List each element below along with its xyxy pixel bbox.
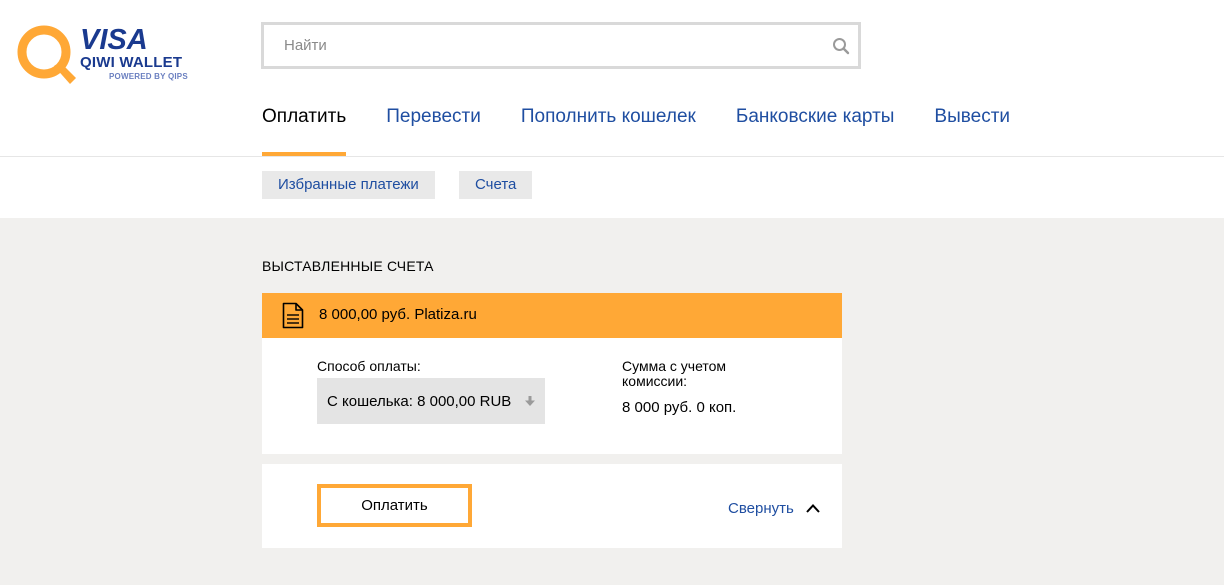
- arrow-down-icon: [525, 396, 535, 406]
- logo-tagline: POWERED BY QIPS: [109, 72, 188, 81]
- logo-visa-text: VISA: [80, 24, 148, 56]
- document-icon: [282, 302, 304, 329]
- subnav: Избранные платежи Счета: [0, 157, 1224, 218]
- section-title: ВЫСТАВЛЕННЫЕ СЧЕТА: [262, 258, 434, 274]
- nav-item-top-up[interactable]: Пополнить кошелек: [521, 104, 696, 156]
- payment-method-select[interactable]: С кошелька: 8 000,00 RUB: [317, 378, 545, 424]
- invoice-summary: 8 000,00 руб. Platiza.ru: [319, 306, 477, 323]
- main-nav: Оплатить Перевести Пополнить кошелек Бан…: [262, 104, 1050, 156]
- nav-item-withdraw[interactable]: Вывести: [934, 104, 1010, 156]
- payment-method-label: Способ оплаты:: [317, 358, 421, 374]
- invoice-details: Способ оплаты: С кошелька: 8 000,00 RUB …: [262, 338, 842, 454]
- search-icon[interactable]: [832, 37, 850, 55]
- total-with-fee-value: 8 000 руб. 0 коп.: [622, 399, 737, 416]
- search-box: [261, 22, 861, 69]
- subnav-favorite-payments[interactable]: Избранные платежи: [262, 171, 435, 199]
- logo-wallet-text: QIWI WALLET: [80, 54, 183, 71]
- nav-item-bank-cards[interactable]: Банковские карты: [736, 104, 895, 156]
- qiwi-logo-icon: [17, 25, 76, 84]
- nav-item-transfer[interactable]: Перевести: [386, 104, 481, 156]
- search-input[interactable]: [264, 25, 824, 66]
- chevron-up-icon[interactable]: [805, 502, 821, 514]
- pay-button[interactable]: Оплатить: [317, 484, 472, 527]
- subnav-invoices[interactable]: Счета: [459, 171, 533, 199]
- qiwi-logo[interactable]: VISA QIWI WALLET POWERED BY QIPS: [14, 22, 194, 88]
- payment-method-value: С кошелька: 8 000,00 RUB: [327, 393, 512, 410]
- nav-item-pay[interactable]: Оплатить: [262, 104, 347, 156]
- header: VISA QIWI WALLET POWERED BY QIPS Оплатит…: [0, 0, 1224, 157]
- collapse-link[interactable]: Свернуть: [728, 500, 794, 517]
- invoice-actions: Оплатить Свернуть: [262, 464, 842, 548]
- invoice-header[interactable]: 8 000,00 руб. Platiza.ru: [262, 293, 842, 338]
- total-with-fee-label: Сумма с учетом комиссии:: [622, 358, 727, 389]
